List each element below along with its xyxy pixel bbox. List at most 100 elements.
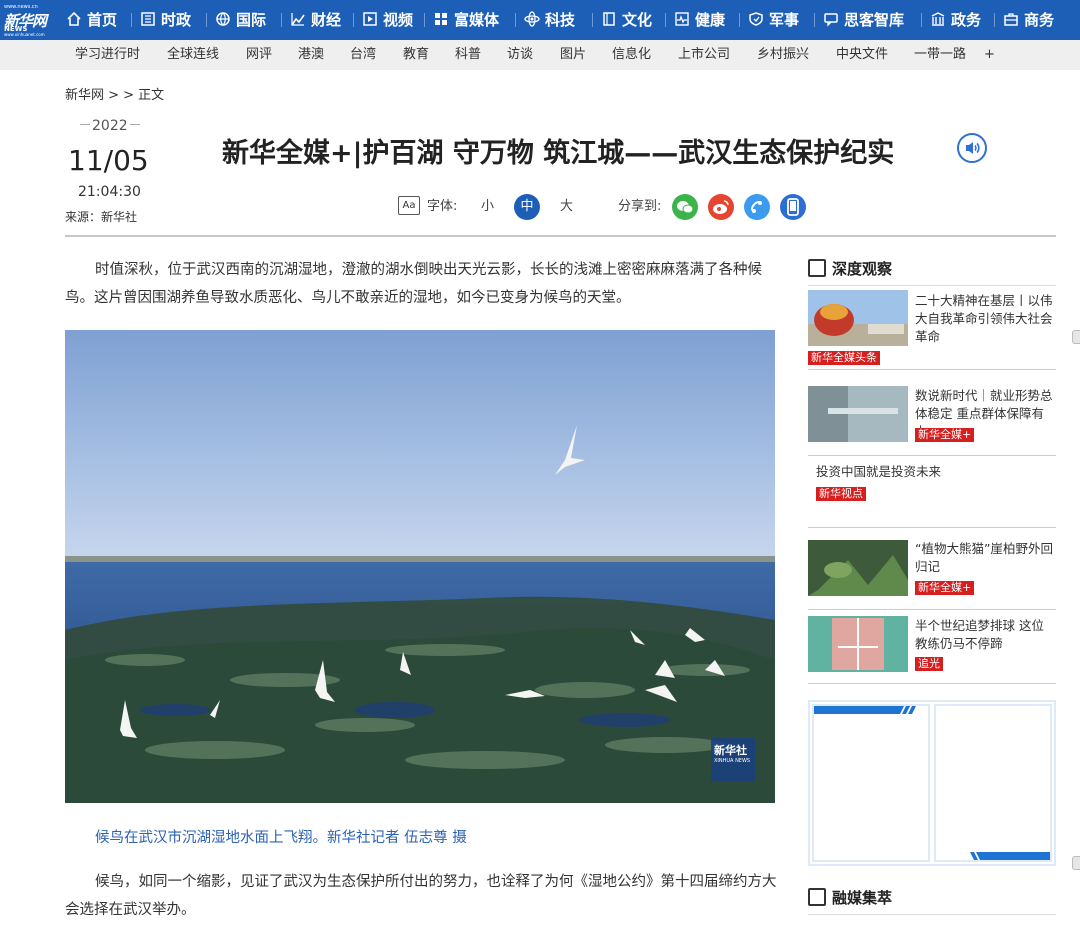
subnav-item[interactable]: 科普 bbox=[455, 40, 481, 70]
share-wechat-button[interactable] bbox=[672, 194, 698, 220]
sidebar-card[interactable]: 投资中国就是投资未来 新华视点 bbox=[808, 456, 1056, 528]
font-size-label: 字体: bbox=[427, 199, 458, 214]
nav-item-label: 财经 bbox=[311, 11, 342, 29]
nav-item-3[interactable]: 财经 bbox=[290, 0, 341, 40]
heartbeat-icon bbox=[674, 2, 690, 26]
sidebar-card[interactable]: 新华全媒头条 二十大精神在基层丨以伟大自我革命引领伟大社会革命 bbox=[808, 290, 1056, 370]
section-icon bbox=[808, 888, 826, 906]
nav-item-4[interactable]: 视频 bbox=[362, 0, 413, 40]
nav-item-10[interactable]: 思客智库 bbox=[823, 0, 904, 40]
card-thumbnail bbox=[808, 290, 908, 346]
nav-item-label: 健康 bbox=[695, 11, 726, 29]
play-icon bbox=[362, 2, 378, 26]
photo-caption: 候鸟在武汉市沉湖湿地水面上飞翔。新华社记者 伍志尊 摄 bbox=[95, 830, 467, 846]
font-size-icon: Aa bbox=[398, 196, 420, 215]
sidebar-card[interactable]: 数说新时代｜就业形势总体稳定 重点群体保障有力 新华全媒+ bbox=[808, 386, 1056, 456]
font-medium-button[interactable]: 中 bbox=[514, 194, 540, 220]
chat-icon bbox=[823, 2, 839, 27]
nav-separator bbox=[739, 13, 740, 27]
subnav-item[interactable]: 学习进行时 bbox=[75, 40, 140, 70]
nav-item-label: 时政 bbox=[161, 11, 192, 29]
nav-item-7[interactable]: 文化 bbox=[601, 0, 652, 40]
grid-icon bbox=[433, 2, 449, 25]
audio-play-button[interactable] bbox=[957, 133, 987, 163]
nav-separator bbox=[814, 13, 815, 27]
share-label: 分享到: bbox=[618, 199, 662, 214]
nav-item-9[interactable]: 军事 bbox=[748, 0, 799, 40]
card-thumbnail bbox=[808, 386, 908, 442]
share-mobile-button[interactable] bbox=[780, 194, 806, 220]
subnav-item[interactable]: 教育 bbox=[403, 40, 429, 70]
share-link-button[interactable] bbox=[744, 194, 770, 220]
sub-navigation: 学习进行时 全球连线 网评 港澳 台湾 教育 科普 访谈 图片 信息化 上市公司 乡村振兴 中央文件 一带… bbox=[0, 40, 1080, 70]
card-title: 半个世纪追梦排球 这位教练仍马不停蹄 bbox=[915, 618, 1044, 651]
nav-separator bbox=[665, 13, 666, 27]
wechat-icon bbox=[677, 201, 694, 214]
subnav-item[interactable]: 乡村振兴 bbox=[757, 40, 809, 70]
subnav-more-button[interactable]: + bbox=[984, 40, 995, 70]
ad-slot-left[interactable] bbox=[812, 704, 930, 862]
nav-item-label: 首页 bbox=[87, 11, 118, 29]
home-icon bbox=[66, 2, 82, 26]
nav-item-5[interactable]: 富媒体 bbox=[433, 0, 499, 40]
card-title: “植物大熊猫”崖柏野外回归记 bbox=[915, 541, 1053, 574]
card-thumbnail bbox=[808, 540, 908, 596]
breadcrumb: 新华网 > > 正文 bbox=[65, 88, 165, 103]
ad-slot-right[interactable] bbox=[934, 704, 1052, 862]
nav-separator bbox=[592, 13, 593, 27]
subnav-item[interactable]: 访谈 bbox=[507, 40, 533, 70]
nav-item-6[interactable]: 科技 bbox=[524, 0, 575, 40]
sidebar-section-media-collection: 融媒集萃 bbox=[808, 887, 1056, 915]
subnav-item[interactable]: 网评 bbox=[246, 40, 272, 70]
logo-url-text: www.xinhuanet.com bbox=[4, 32, 45, 37]
shield-icon bbox=[748, 2, 764, 26]
nav-item-8[interactable]: 健康 bbox=[674, 0, 725, 40]
xinhua-watermark-sub: XINHUA NEWS bbox=[714, 758, 751, 764]
article-tools: Aa 字体: 小 中 大 分享到: bbox=[398, 194, 818, 220]
subnav-item[interactable]: 台湾 bbox=[350, 40, 376, 70]
subnav-item[interactable]: 全球连线 bbox=[167, 40, 219, 70]
gov-icon bbox=[930, 2, 946, 26]
nav-item-1[interactable]: 时政 bbox=[140, 0, 191, 40]
card-title: 二十大精神在基层丨以伟大自我革命引领伟大社会革命 bbox=[915, 293, 1053, 344]
sidebar-section-title: 深度观察 bbox=[832, 260, 893, 278]
sidebar-card[interactable]: “植物大熊猫”崖柏野外回归记 新华全媒+ bbox=[808, 540, 1056, 610]
article-paragraph-1: 时值深秋，位于武汉西南的沉湖湿地，澄澈的湖水倒映出天光云影，长长的浅滩上密密麻麻… bbox=[65, 262, 762, 306]
globe-icon bbox=[215, 2, 231, 26]
publish-year: 2022 bbox=[78, 118, 142, 134]
nav-item-label: 思客智库 bbox=[844, 11, 905, 29]
subnav-item[interactable]: 上市公司 bbox=[678, 40, 730, 70]
nav-item-label: 军事 bbox=[769, 11, 800, 29]
card-tag: 新华全媒+ bbox=[915, 581, 975, 595]
atom-icon bbox=[524, 2, 540, 27]
subnav-item[interactable]: 图片 bbox=[560, 40, 586, 70]
sidebar-card[interactable]: 半个世纪追梦排球 这位教练仍马不停蹄 追光 bbox=[808, 616, 1056, 684]
publish-month-day: 11/05 bbox=[68, 144, 149, 177]
building-icon bbox=[140, 2, 156, 26]
card-tag: 追光 bbox=[915, 657, 943, 671]
subnav-item[interactable]: 信息化 bbox=[612, 40, 651, 70]
nav-item-11[interactable]: 政务 bbox=[930, 0, 981, 40]
header-divider bbox=[65, 235, 1056, 237]
subnav-item[interactable]: 中央文件 bbox=[836, 40, 888, 70]
article-title: 新华全媒+|护百湖 守万物 筑江城——武汉生态保护纪实 bbox=[222, 138, 895, 169]
nav-item-2[interactable]: 国际 bbox=[215, 0, 266, 40]
subnav-item[interactable]: 一带一路 bbox=[914, 40, 966, 70]
article-source: 来源：新华社 bbox=[65, 210, 138, 224]
nav-item-0[interactable]: 首页 bbox=[66, 0, 117, 40]
nav-item-label: 科技 bbox=[545, 11, 576, 29]
xinhua-logo[interactable]: www.news.cn 新华网 NEWS www.xinhuanet.com bbox=[4, 4, 56, 37]
font-large-button[interactable]: 大 bbox=[560, 194, 573, 220]
nav-item-12[interactable]: 商务 bbox=[1003, 0, 1054, 40]
font-small-button[interactable]: 小 bbox=[481, 194, 494, 220]
sidebar-ad-panel[interactable] bbox=[808, 700, 1056, 866]
xinhua-watermark: 新华社 bbox=[714, 744, 747, 757]
nav-separator bbox=[131, 13, 132, 27]
share-weibo-button[interactable] bbox=[708, 194, 734, 220]
floating-side-button[interactable] bbox=[1072, 330, 1080, 344]
floating-side-button[interactable] bbox=[1072, 856, 1080, 870]
subnav-item[interactable]: 港澳 bbox=[298, 40, 324, 70]
sidebar-section-deep-observation: 深度观察 bbox=[808, 258, 1056, 286]
section-icon bbox=[808, 259, 826, 277]
nav-separator bbox=[994, 13, 995, 27]
